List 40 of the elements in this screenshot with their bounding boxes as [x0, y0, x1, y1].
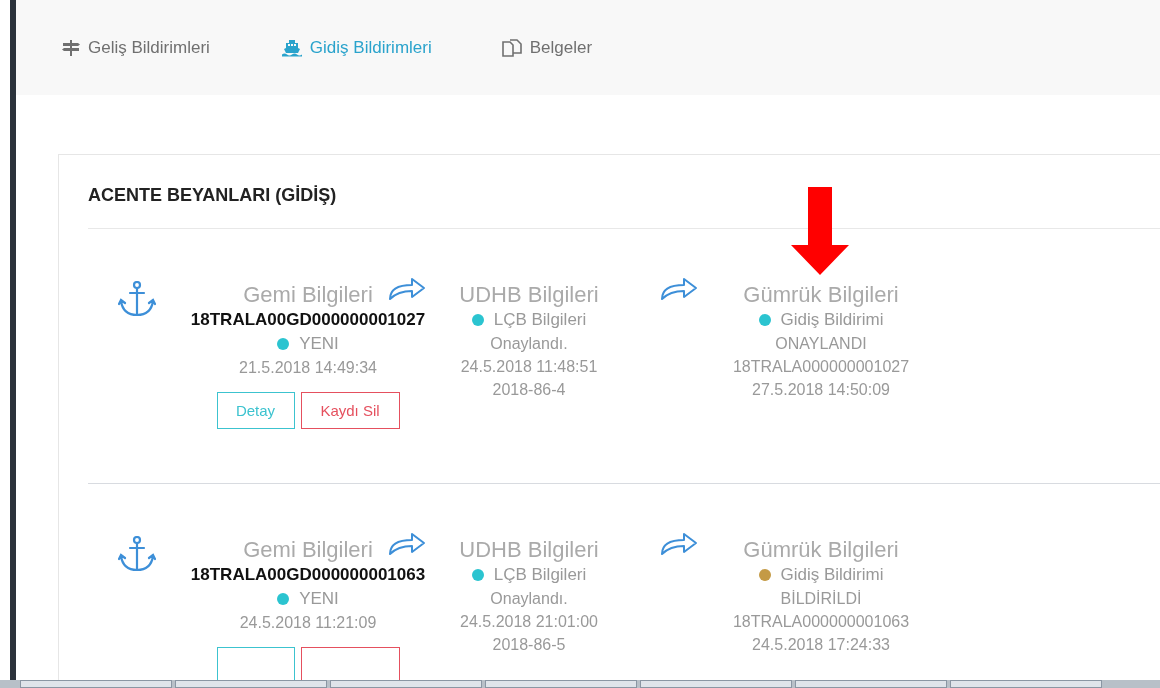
anchor-icon	[118, 281, 156, 317]
section-title: Gemi Bilgileri	[243, 536, 373, 563]
delete-button[interactable]	[300, 647, 400, 680]
info-text: ONAYLANDI	[775, 334, 867, 354]
info-text: 27.5.2018 14:50:09	[752, 380, 890, 400]
info-text: 24.5.2018 11:48:51	[460, 357, 598, 377]
info-text: 18TRALA000000001063	[732, 612, 910, 632]
info-text: 2018-86-4	[492, 380, 566, 400]
nav-tab[interactable]: Belgeler	[501, 37, 593, 58]
info-text: Onaylandı.	[490, 334, 568, 354]
nav-tab[interactable]: Geliş Bildirimleri	[62, 37, 210, 58]
info-text: 24.5.2018 17:24:33	[752, 635, 890, 655]
status-label: Gidiş Bildirimi	[780, 564, 884, 586]
status-label: LÇB Bilgileri	[493, 309, 587, 331]
status-label: Gidiş Bildirimi	[780, 309, 884, 331]
info-text: Onaylandı.	[490, 589, 568, 609]
anchor-icon	[118, 536, 156, 572]
section-title: Gümrük Bilgileri	[743, 281, 899, 308]
documents-icon	[501, 38, 522, 57]
status-label: YENI	[299, 588, 339, 610]
status-label: LÇB Bilgileri	[493, 564, 587, 586]
section-title: Gemi Bilgileri	[243, 281, 373, 308]
record-number: 18TRALA00GD000000001027	[190, 309, 426, 331]
detail-button[interactable]	[216, 647, 295, 680]
date-text: 24.5.2018 11:21:09	[239, 613, 377, 633]
signpost-icon	[62, 39, 80, 56]
delete-button[interactable]: Kaydı Sil	[300, 392, 400, 429]
section-title: UDHB Bilgileri	[459, 536, 599, 563]
nav-tab[interactable]: Gidiş Bildirimleri	[281, 37, 432, 58]
record-number: 18TRALA00GD000000001063	[190, 564, 426, 586]
section-title: Gümrük Bilgileri	[743, 536, 899, 563]
info-text: 24.5.2018 21:01:00	[460, 612, 598, 632]
detail-button[interactable]: Detay	[216, 392, 295, 429]
ship-icon	[281, 38, 302, 57]
info-text: BİLDİRİLDİ	[780, 589, 862, 609]
section-title: UDHB Bilgileri	[459, 281, 599, 308]
info-text: 18TRALA000000001027	[732, 357, 910, 377]
date-text: 21.5.2018 14:49:34	[239, 358, 377, 378]
status-label: YENI	[299, 333, 339, 355]
info-text: 2018-86-5	[492, 635, 566, 655]
